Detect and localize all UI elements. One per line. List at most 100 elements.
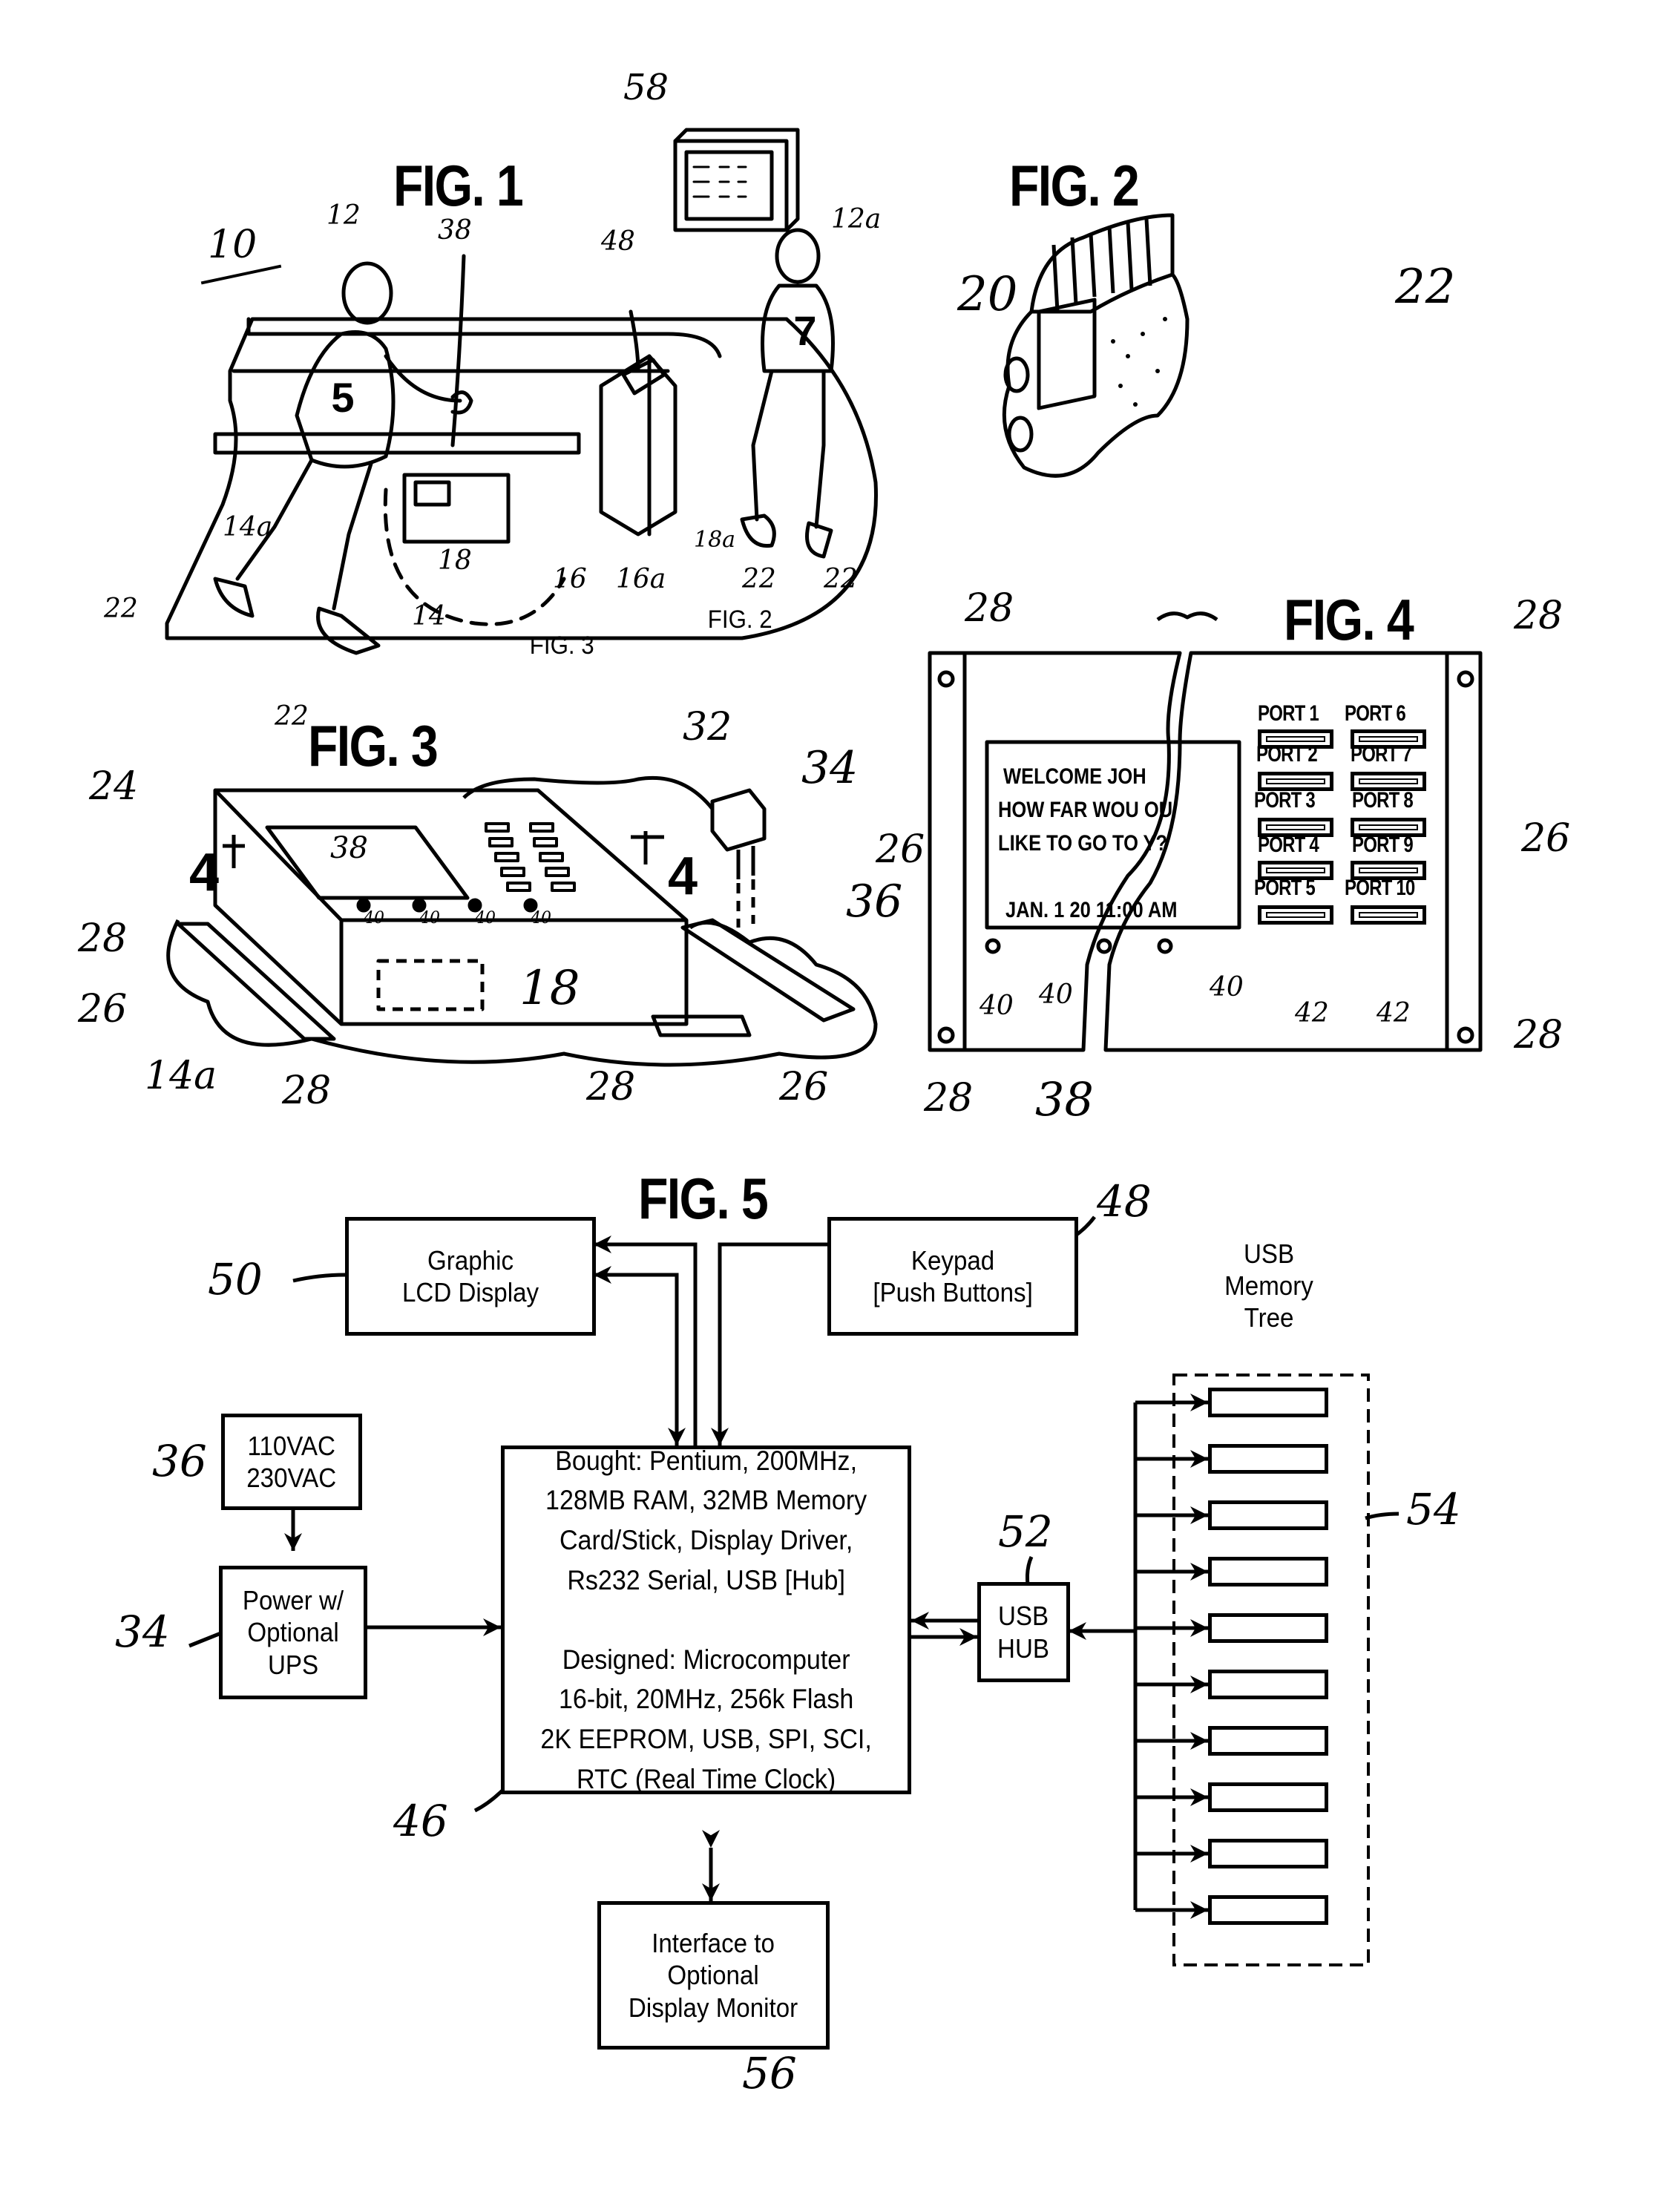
fig3-ref-26-b: 26 bbox=[779, 1065, 829, 1109]
fig5-block-hub-label: USB HUB bbox=[997, 1601, 1050, 1664]
fig4-ref-28-br: 28 bbox=[1514, 1013, 1563, 1057]
fig4-port-10-label: PORT 10 bbox=[1345, 876, 1415, 900]
fig5-ref-46: 46 bbox=[393, 1796, 448, 1846]
fig5-ref-36: 36 bbox=[152, 1436, 207, 1486]
fig5-ref-50: 50 bbox=[208, 1254, 263, 1305]
fig4-lcd-line-1: WELCOME JOH bbox=[1003, 764, 1146, 789]
fig4-hole-28-br bbox=[1457, 1026, 1474, 1044]
fig3-ref-14a: 14a bbox=[145, 1054, 217, 1098]
fig2-ref-22: 22 bbox=[1395, 260, 1456, 315]
fig1-ref-22-b: 22 bbox=[275, 701, 309, 732]
fig1-ref-22-a: 22 bbox=[104, 594, 138, 624]
fig3-ref-28-b: 28 bbox=[282, 1069, 332, 1113]
fig5-block-vac: 110VAC 230VAC bbox=[221, 1414, 362, 1510]
fig2-ref-20: 20 bbox=[957, 267, 1018, 322]
fig5-block-keypad: Keypad [Push Buttons] bbox=[827, 1217, 1078, 1336]
fig3-ref-28-c: 28 bbox=[586, 1065, 636, 1109]
fig4-port-5-label: PORT 5 bbox=[1254, 876, 1316, 900]
fig1-ref-16a: 16a bbox=[616, 564, 666, 594]
fig4-port-7-label: PORT 7 bbox=[1351, 742, 1412, 767]
fig5-conn-cpu-lcd-1 bbox=[594, 1236, 698, 1446]
fig1-ref-12a: 12a bbox=[831, 204, 882, 234]
fig4-port-3-label: PORT 3 bbox=[1254, 788, 1316, 813]
fig2-title: FIG. 2 bbox=[1009, 153, 1140, 218]
fig5-memory-stick bbox=[1208, 1388, 1328, 1417]
fig3-ref-18: 18 bbox=[519, 961, 580, 1016]
fig4-port-2-label: PORT 2 bbox=[1256, 742, 1318, 767]
fig5-block-lcd: Graphic LCD Display bbox=[345, 1217, 596, 1336]
fig1-jersey-5: 5 bbox=[331, 374, 354, 421]
fig1-ref-22-d: 22 bbox=[824, 564, 858, 594]
fig4-lcd-line-2: HOW FAR WOU OU bbox=[998, 798, 1173, 822]
fig4-port-4-label: PORT 4 bbox=[1258, 833, 1319, 857]
fig3-ref-36: 36 bbox=[846, 876, 903, 928]
fig4-ref-26-right: 26 bbox=[1521, 816, 1571, 861]
fig4-ref-28-bl: 28 bbox=[924, 1076, 974, 1120]
fig2-sock bbox=[1029, 213, 1175, 314]
fig3-ref-40-a: 40 bbox=[364, 909, 384, 928]
fig5-ref-48: 48 bbox=[1097, 1176, 1152, 1227]
fig3-ref-40-c: 40 bbox=[475, 909, 496, 928]
fig1-device-18 bbox=[402, 473, 511, 544]
fig1-ref-38: 38 bbox=[438, 215, 472, 246]
fig3-ref-38: 38 bbox=[330, 831, 368, 865]
fig1-ref-14a: 14a bbox=[223, 512, 273, 542]
fig1-jersey-7: 7 bbox=[793, 307, 816, 354]
fig3-ref-24: 24 bbox=[89, 764, 139, 809]
fig1-ref-18: 18 bbox=[438, 545, 472, 576]
fig5-memory-stick bbox=[1208, 1613, 1328, 1643]
fig5-ref-54: 54 bbox=[1406, 1484, 1461, 1535]
fig3-title: FIG. 3 bbox=[308, 713, 439, 778]
fig3-ref-34: 34 bbox=[801, 742, 859, 794]
fig1-monitor-58 bbox=[673, 139, 789, 232]
fig5-block-cpu-label: Bought: Pentium, 200MHz, 128MB RAM, 32MB… bbox=[540, 1445, 872, 1794]
fig4-drawing bbox=[928, 611, 1483, 1052]
fig3-section-mark-left: 4 bbox=[189, 843, 220, 902]
fig3-drawing bbox=[166, 775, 878, 1067]
fig5-block-monitor-label: Interface to Optional Display Monitor bbox=[629, 1928, 798, 2023]
fig4-ref-42-a: 42 bbox=[1295, 998, 1329, 1028]
fig4-port-1-label: PORT 1 bbox=[1258, 701, 1319, 726]
fig1-rail-lower bbox=[213, 432, 581, 455]
fig1-kiosk-48 bbox=[599, 354, 677, 536]
fig3-ref-26-a: 26 bbox=[78, 987, 128, 1031]
fig2-shoe-22 bbox=[1002, 273, 1190, 478]
fig1-ref-18a: 18a bbox=[694, 527, 736, 553]
fig4-lcd-line-4: JAN. 1 20 11:00 AM bbox=[1005, 898, 1178, 922]
fig5-block-vac-label: 110VAC 230VAC bbox=[246, 1430, 337, 1493]
fig3-device-24 bbox=[213, 788, 689, 1026]
fig3-ref-28-a: 28 bbox=[78, 916, 128, 961]
fig5-block-power-label: Power w/ Optional UPS bbox=[242, 1585, 344, 1680]
fig1-ref-16: 16 bbox=[553, 564, 587, 594]
fig4-ref-42-b: 42 bbox=[1377, 998, 1411, 1028]
fig1-runner-12a-body bbox=[761, 283, 835, 373]
fig3-plug-34 bbox=[710, 788, 767, 852]
fig5-ref-34: 34 bbox=[115, 1607, 170, 1657]
fig5-block-power: Power w/ Optional UPS bbox=[219, 1566, 367, 1699]
fig4-ref-28-tl: 28 bbox=[965, 586, 1014, 631]
fig5-block-keypad-label: Keypad [Push Buttons] bbox=[873, 1244, 1033, 1307]
fig3-section-mark-right: 4 bbox=[668, 847, 698, 906]
fig5-memory-stick bbox=[1208, 1782, 1328, 1812]
fig5-memory-stick bbox=[1208, 1895, 1328, 1925]
fig1-drawing: 5 7 bbox=[165, 128, 878, 655]
fig5-memory-stick bbox=[1208, 1500, 1328, 1530]
fig5-ref-56: 56 bbox=[742, 2048, 797, 2099]
fig5-conn-keypad-cpu bbox=[711, 1242, 827, 1446]
fig5-ref-52: 52 bbox=[998, 1506, 1053, 1557]
fig1-callout-fig2-label: FIG. 2 bbox=[707, 606, 772, 634]
fig5-block-lcd-label: Graphic LCD Display bbox=[401, 1244, 539, 1307]
fig5-conn-cpu-lcd-2 bbox=[594, 1266, 679, 1446]
fig1-callout-fig3-label: FIG. 3 bbox=[529, 631, 594, 660]
fig4-port-6-label: PORT 6 bbox=[1345, 701, 1406, 726]
fig1-ref-10: 10 bbox=[208, 223, 257, 267]
fig5-memory-stick bbox=[1208, 1557, 1328, 1586]
fig3-ref-40-b: 40 bbox=[419, 909, 440, 928]
fig4-port-9-label: PORT 9 bbox=[1352, 833, 1414, 857]
fig4-ref-40-b: 40 bbox=[1039, 979, 1073, 1010]
fig5-title: FIG. 5 bbox=[638, 1166, 769, 1231]
fig2-module-20 bbox=[1037, 298, 1097, 410]
fig1-ref-48: 48 bbox=[601, 226, 635, 257]
fig3-ref-32: 32 bbox=[683, 705, 732, 749]
fig3-ref-40-d: 40 bbox=[531, 909, 551, 928]
